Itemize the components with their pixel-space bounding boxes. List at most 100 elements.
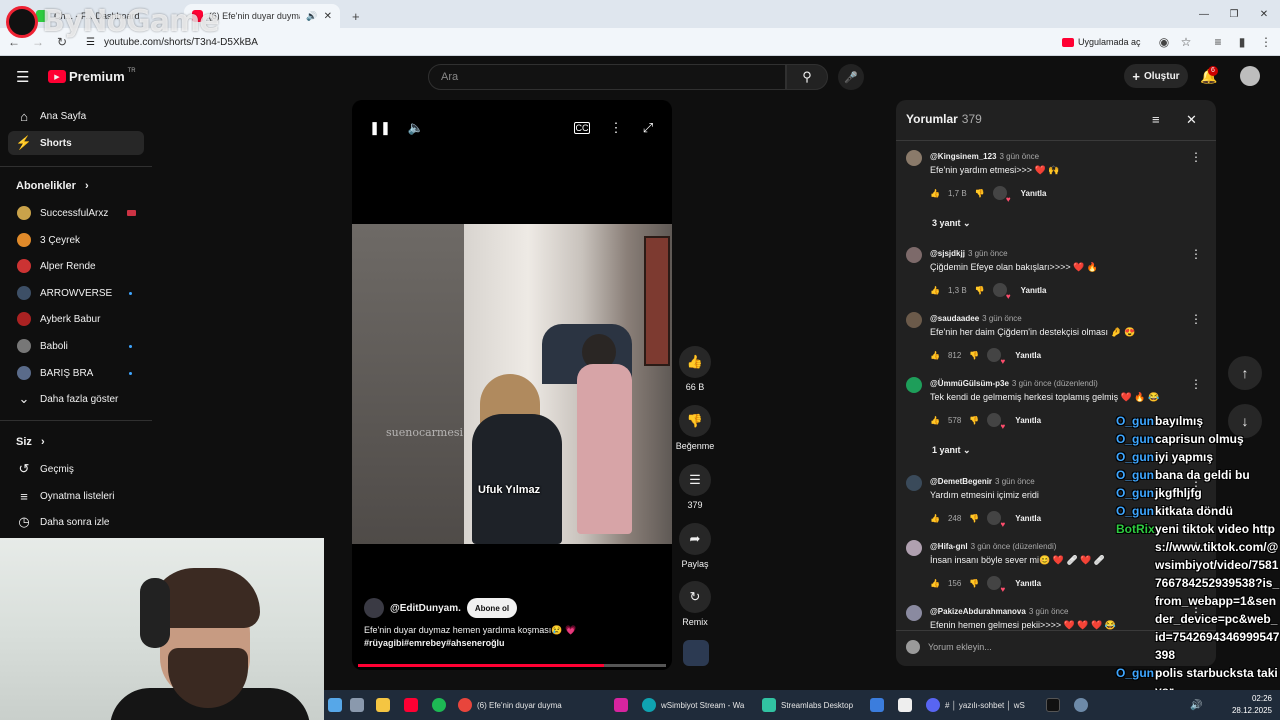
show-replies-button[interactable]: 1 yanıt ⌄: [932, 445, 971, 456]
search-button[interactable]: ⚲: [786, 64, 828, 90]
account-avatar[interactable]: [1240, 66, 1260, 86]
sidebar-item-shorts[interactable]: ⚡ Shorts: [8, 131, 144, 155]
taskbar-item-discord[interactable]: # │ yazılı-sohbet │ wS: [926, 696, 1036, 714]
youtube-app-taskbar-icon[interactable]: [404, 696, 418, 714]
sidebar-item-watch-later[interactable]: ◷ Daha sonra izle: [8, 510, 144, 534]
sort-icon[interactable]: ≡: [1152, 112, 1160, 127]
subscribe-button[interactable]: Abone ol: [466, 598, 518, 618]
taskbar-item-streamlabs[interactable]: Streamlabs Desktop: [762, 696, 862, 714]
comment-dislike-icon[interactable]: 👎: [969, 416, 979, 425]
sidebar-sub-2[interactable]: Alper Rende: [8, 254, 144, 278]
comment-author[interactable]: @DemetBegenir 3 gün önce: [930, 477, 1035, 486]
dislike-button[interactable]: 👎 Beğenme: [674, 405, 716, 451]
sidebar-sub-0[interactable]: SuccessfulArxz: [8, 201, 144, 225]
comment-username[interactable]: @DemetBegenir: [930, 477, 992, 486]
sidebar-item-home[interactable]: ⌂ Ana Sayfa: [8, 104, 144, 128]
eye-off-icon[interactable]: ◉: [1156, 34, 1172, 50]
spotify-icon[interactable]: [432, 696, 446, 714]
show-more-button[interactable]: ⌄ Daha fazla göster: [8, 387, 144, 411]
video-progress-bar[interactable]: [358, 664, 666, 667]
comment-more-icon[interactable]: ⋮: [1190, 150, 1202, 164]
pause-icon[interactable]: ❚❚: [369, 120, 391, 136]
volume-icon[interactable]: 🔈: [406, 120, 426, 136]
comment-more-icon[interactable]: ⋮: [1190, 312, 1202, 326]
comment-dislike-icon[interactable]: 👎: [975, 286, 985, 295]
shorts-player[interactable]: ❚❚ 🔈 CC ⋮ ⤢ suenocarmesi Ufuk Yılmaz @Ed…: [352, 100, 672, 670]
comment-like-icon[interactable]: 👍: [930, 416, 940, 425]
comments-button[interactable]: ☰ 379: [674, 464, 716, 510]
comment-like-icon[interactable]: 👍: [930, 286, 940, 295]
tiktok-icon[interactable]: [1046, 696, 1060, 714]
create-button[interactable]: + Oluştur: [1124, 64, 1188, 88]
reply-button[interactable]: Yanıtla: [1015, 514, 1041, 523]
task-view-icon[interactable]: [350, 696, 364, 714]
you-heading[interactable]: Siz ›: [16, 436, 45, 448]
reply-button[interactable]: Yanıtla: [1015, 351, 1041, 360]
video-frame[interactable]: suenocarmesi Ufuk Yılmaz: [352, 224, 672, 544]
extension-icon[interactable]: ▮: [1234, 34, 1250, 50]
taskbar-item-edge[interactable]: wSimbiyot Stream - Wa: [642, 696, 752, 714]
remix-button[interactable]: ↻ Remix: [674, 581, 716, 627]
subscriptions-heading[interactable]: Abonelikler ›: [16, 180, 89, 192]
comment-dislike-icon[interactable]: 👎: [969, 579, 979, 588]
comment-author[interactable]: @sjsjdkjj 3 gün önce: [930, 249, 1008, 258]
address-bar[interactable]: ☰ youtube.com/shorts/T3n4-D5XkBA: [80, 32, 1200, 52]
hamburger-menu-icon[interactable]: ☰: [16, 68, 29, 86]
close-icon[interactable]: ✕: [1186, 112, 1197, 128]
menu-dots-icon[interactable]: ⋮: [1258, 34, 1274, 50]
instagram-icon[interactable]: [614, 696, 628, 714]
comment-more-icon[interactable]: ⋮: [1190, 247, 1202, 261]
search-input[interactable]: Ara: [428, 64, 786, 90]
previous-short-button[interactable]: ↑: [1228, 356, 1262, 390]
reply-button[interactable]: Yanıtla: [1015, 416, 1041, 425]
more-options-icon[interactable]: ⋮: [606, 120, 626, 136]
commenter-avatar[interactable]: [906, 605, 922, 621]
comment-username[interactable]: @ÜmmüGülsüm-p3e: [930, 379, 1009, 388]
comment-author[interactable]: @saudaadee 3 gün önce: [930, 314, 1022, 323]
comment-username[interactable]: @Hifa-gnl: [930, 542, 968, 551]
commenter-avatar[interactable]: [906, 312, 922, 328]
sidebar-sub-5[interactable]: Baboli: [8, 334, 144, 358]
show-replies-button[interactable]: 3 yanıt ⌄: [932, 218, 971, 229]
sidebar-sub-4[interactable]: Ayberk Babur: [8, 307, 144, 331]
comment-username[interactable]: @sjsjdkjj: [930, 249, 965, 258]
caption-tags[interactable]: #rüyagibi#emrebey#ahseneroğlu: [364, 637, 664, 650]
open-in-app-button[interactable]: Uygulamada aç: [1062, 34, 1141, 50]
sidebar-sub-1[interactable]: 3 Çeyrek: [8, 228, 144, 252]
commenter-avatar[interactable]: [906, 150, 922, 166]
comment-like-icon[interactable]: 👍: [930, 579, 940, 588]
sidebar-sub-3[interactable]: ARROWVERSE: [8, 281, 144, 305]
minimize-icon[interactable]: —: [1196, 6, 1212, 22]
app-icon[interactable]: [870, 696, 884, 714]
comment-author[interactable]: @Kingsinem_123 3 gün önce: [930, 152, 1039, 161]
capcut-icon[interactable]: [898, 696, 912, 714]
captions-icon[interactable]: CC: [574, 122, 590, 134]
sidebar-item-history[interactable]: ↺ Geçmiş: [8, 457, 144, 481]
commenter-avatar[interactable]: [906, 247, 922, 263]
sound-thumbnail[interactable]: [683, 640, 709, 666]
comment-author[interactable]: @Hifa-gnl 3 gün önce (düzenlendi): [930, 542, 1056, 551]
comment-author[interactable]: @PakizeAbdurahmanova 3 gün önce: [930, 607, 1068, 616]
media-icon[interactable]: ≡: [1210, 34, 1226, 50]
commenter-avatar[interactable]: [906, 475, 922, 491]
comment-dislike-icon[interactable]: 👎: [969, 514, 979, 523]
commenter-avatar[interactable]: [906, 540, 922, 556]
speaker-icon[interactable]: 🔊: [306, 11, 317, 22]
taskbar-item-chrome[interactable]: (6) Efe'nin duyar duyma: [458, 696, 608, 714]
voice-search-button[interactable]: 🎤: [838, 64, 864, 90]
commenter-avatar[interactable]: [906, 377, 922, 393]
sidebar-sub-6[interactable]: BARIŞ BRA: [8, 361, 144, 385]
reply-button[interactable]: Yanıtla: [1021, 189, 1047, 198]
start-icon[interactable]: [328, 696, 342, 714]
reply-button[interactable]: Yanıtla: [1021, 286, 1047, 295]
fullscreen-icon[interactable]: ⤢: [638, 120, 658, 136]
comment-like-icon[interactable]: 👍: [930, 189, 940, 198]
like-button[interactable]: 👍 66 B: [674, 346, 716, 392]
sidebar-item-playlists[interactable]: ≡ Oynatma listeleri: [8, 484, 144, 508]
taskbar-clock[interactable]: 02:26 28.12.2025: [1232, 693, 1272, 717]
comment-dislike-icon[interactable]: 👎: [969, 351, 979, 360]
channel-avatar[interactable]: [364, 598, 384, 618]
youtube-premium-logo[interactable]: ▶ Premium TR: [48, 68, 136, 84]
close-tab-icon[interactable]: ✕: [324, 11, 332, 22]
comment-like-icon[interactable]: 👍: [930, 514, 940, 523]
